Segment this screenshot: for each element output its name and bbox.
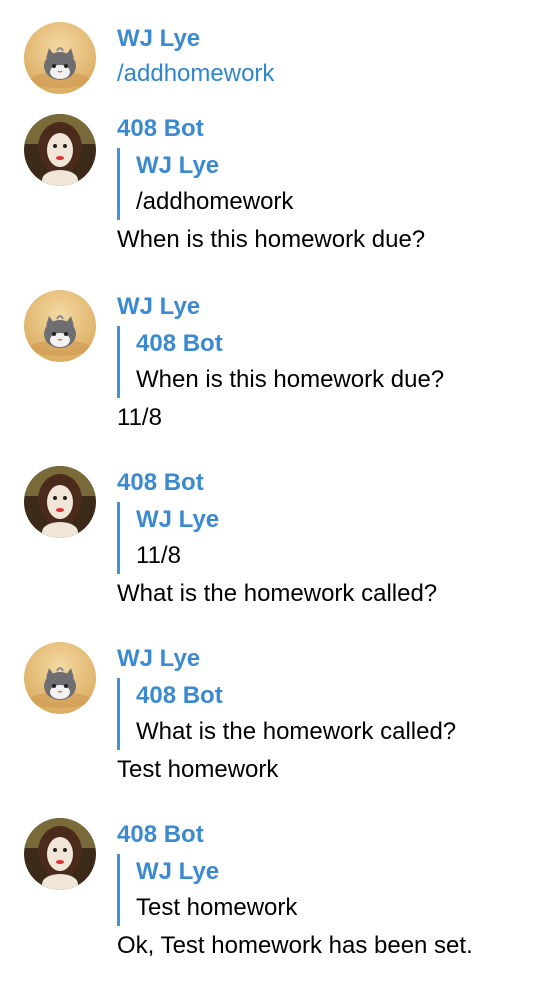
sender-name[interactable]: 408 Bot [117,466,526,500]
sender-name[interactable]: WJ Lye [117,22,526,56]
quote-text: Test homework [136,894,298,921]
quote-author: WJ Lye [136,152,220,179]
cat-plush-avatar-icon[interactable] [24,22,96,94]
message-text: 11/8 [117,404,162,431]
cat-plush-avatar-icon[interactable] [24,290,96,362]
message-text: Ok, Test homework has been set. [117,932,473,959]
mona-lisa-figure-avatar-icon[interactable] [24,114,96,186]
message-text: What is the homework called? [117,580,438,607]
quote-author: WJ Lye [136,858,220,885]
reply-quote[interactable]: 408 Bot What is the homework called? [117,678,526,750]
sender-name[interactable]: 408 Bot [117,818,526,852]
mona-lisa-figure-avatar-icon[interactable] [24,466,96,538]
reply-quote[interactable]: WJ Lye 11/8 [117,502,526,574]
sender-name[interactable]: 408 Bot [117,112,526,146]
sender-name[interactable]: WJ Lye [117,642,526,676]
message-text: Test homework [117,756,279,783]
reply-quote[interactable]: 408 Bot When is this homework due? [117,326,526,398]
quote-text: 11/8 [136,542,181,569]
quote-text: /addhomework [136,188,294,215]
chat-history[interactable]: WJ Lye /addhomework 408 Bot WJ Lye /addh… [0,0,536,984]
sender-name[interactable]: WJ Lye [117,290,526,324]
quote-text: When is this homework due? [136,366,445,393]
message-text: When is this homework due? [117,226,426,253]
quote-author: WJ Lye [136,506,220,533]
cat-plush-avatar-icon[interactable] [24,642,96,714]
reply-quote[interactable]: WJ Lye /addhomework [117,148,526,220]
command-link[interactable]: /addhomework [117,56,526,92]
reply-quote[interactable]: WJ Lye Test homework [117,854,526,926]
quote-author: 408 Bot [136,682,223,709]
quote-author: 408 Bot [136,330,223,357]
quote-text: What is the homework called? [136,718,457,745]
mona-lisa-figure-avatar-icon[interactable] [24,818,96,890]
